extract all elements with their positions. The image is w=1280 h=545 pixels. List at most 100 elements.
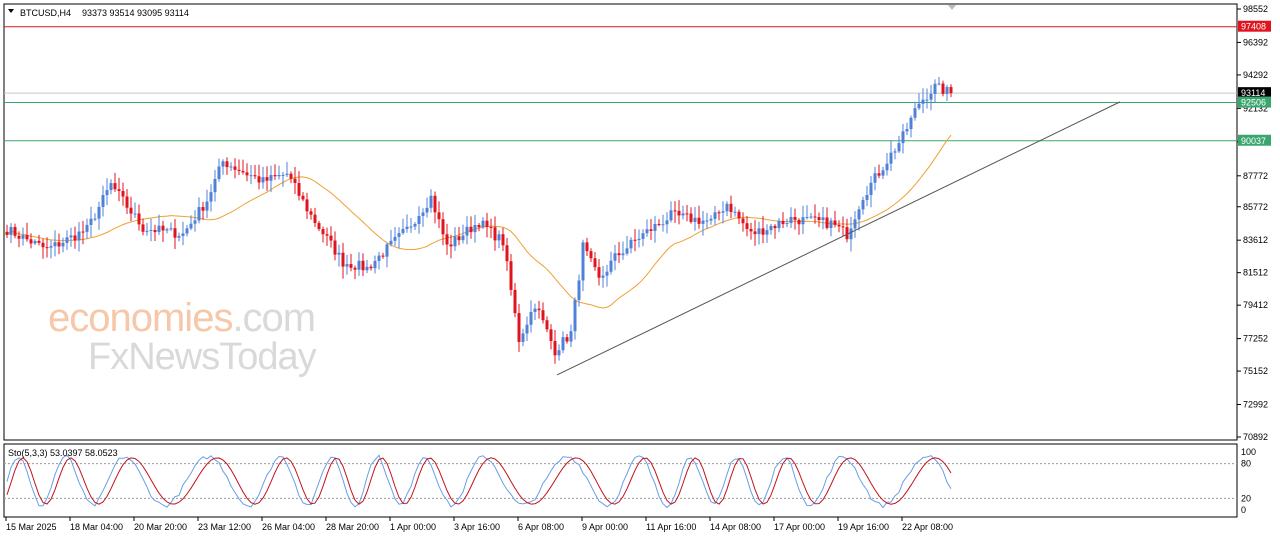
candle-body xyxy=(265,177,269,181)
candle-body xyxy=(561,337,565,351)
candle-body xyxy=(717,212,721,214)
candle-body xyxy=(309,211,313,215)
candle-body xyxy=(665,220,669,225)
candle-body xyxy=(573,300,577,332)
candle-body xyxy=(281,174,285,176)
candle-body xyxy=(293,178,297,183)
candle-body xyxy=(297,182,301,196)
candle-body xyxy=(329,235,333,241)
price-tick-label: 77252 xyxy=(1243,334,1268,344)
candle-body xyxy=(205,201,209,211)
candle-body xyxy=(461,235,465,241)
candle-body xyxy=(197,207,201,221)
candle-body xyxy=(649,229,653,231)
candle-body xyxy=(85,224,89,232)
candle-body xyxy=(833,220,837,225)
stoch-tick-label: 100 xyxy=(1241,447,1256,457)
candle-body xyxy=(409,226,413,228)
candle-body xyxy=(21,235,25,239)
candle-body xyxy=(821,217,825,220)
candle-body xyxy=(533,308,537,313)
candle-body xyxy=(881,170,885,176)
chart-area[interactable]: 9855296392942929213289972877728577283612… xyxy=(0,0,1280,540)
candle-body xyxy=(225,161,229,168)
candle-body xyxy=(893,151,897,153)
stochastic-label: Sto(5,3,3) 53.0397 58.0523 xyxy=(8,448,118,458)
candle-body xyxy=(253,175,257,177)
candle-body xyxy=(661,224,665,226)
candle-body xyxy=(709,218,713,221)
candle-body xyxy=(173,228,177,238)
candle-body xyxy=(81,231,85,233)
candle-body xyxy=(889,152,893,164)
candle-body xyxy=(837,224,841,227)
candle-body xyxy=(885,163,889,171)
candle-body xyxy=(493,227,497,241)
candle-body xyxy=(229,166,233,168)
candle-body xyxy=(865,194,869,200)
candle-body xyxy=(577,280,581,301)
candle-body xyxy=(109,183,113,191)
price-tick-label: 98552 xyxy=(1243,4,1268,14)
candle-body xyxy=(689,213,693,222)
candle-body xyxy=(97,206,101,219)
candle-body xyxy=(165,229,169,231)
candle-body xyxy=(449,244,453,247)
candle-body xyxy=(657,223,661,225)
candle-body xyxy=(933,83,937,94)
candle-body xyxy=(545,320,549,330)
candle-body xyxy=(237,169,241,171)
candle-body xyxy=(257,176,261,183)
candle-body xyxy=(845,227,849,240)
watermark-economies: economies.com xyxy=(48,296,316,340)
candle-body xyxy=(621,253,625,256)
candle-body xyxy=(817,217,821,220)
candle-body xyxy=(9,226,13,235)
candle-body xyxy=(161,225,165,231)
chart-svg[interactable]: 9855296392942929213289972877728577283612… xyxy=(0,0,1280,540)
candle-body xyxy=(37,240,41,243)
candle-body xyxy=(929,93,933,100)
candle-body xyxy=(57,242,61,247)
candle-body xyxy=(701,220,705,224)
time-tick-label: 11 Apr 16:00 xyxy=(646,522,696,532)
candle-body xyxy=(753,231,757,235)
time-tick-label: 19 Apr 16:00 xyxy=(838,522,889,532)
candle-body xyxy=(757,228,761,235)
candle-body xyxy=(45,247,49,249)
candle-body xyxy=(869,182,873,195)
candle-body xyxy=(425,207,429,213)
candle-body xyxy=(693,217,697,222)
candle-body xyxy=(113,183,117,190)
candle-body xyxy=(421,212,425,217)
candle-body xyxy=(901,131,905,144)
candle-body xyxy=(525,324,529,334)
candle-body xyxy=(797,219,801,225)
time-tick-label: 22 Apr 08:00 xyxy=(902,522,953,532)
candle-body xyxy=(129,207,133,214)
candle-body xyxy=(153,229,157,233)
candle-body xyxy=(241,170,245,173)
candle-body xyxy=(585,242,589,252)
candle-body xyxy=(801,217,805,225)
candle-body xyxy=(633,239,637,241)
candle-body xyxy=(589,251,593,259)
stoch-tick-label: 80 xyxy=(1241,459,1251,469)
candle-body xyxy=(417,216,421,225)
candle-body xyxy=(49,246,53,248)
price-tick-label: 79412 xyxy=(1243,300,1268,310)
candle-body xyxy=(565,337,569,342)
candle-body xyxy=(337,252,341,255)
candle-body xyxy=(457,236,461,241)
candle-body xyxy=(521,333,525,342)
candle-body xyxy=(853,219,857,229)
candle-body xyxy=(785,223,789,225)
candle-body xyxy=(941,83,945,94)
candle-body xyxy=(873,173,877,183)
candle-body xyxy=(305,199,309,212)
candle-body xyxy=(301,195,305,200)
candle-body xyxy=(733,211,737,213)
candle-body xyxy=(213,179,217,193)
candle-body xyxy=(809,216,813,218)
candle-body xyxy=(149,229,153,231)
